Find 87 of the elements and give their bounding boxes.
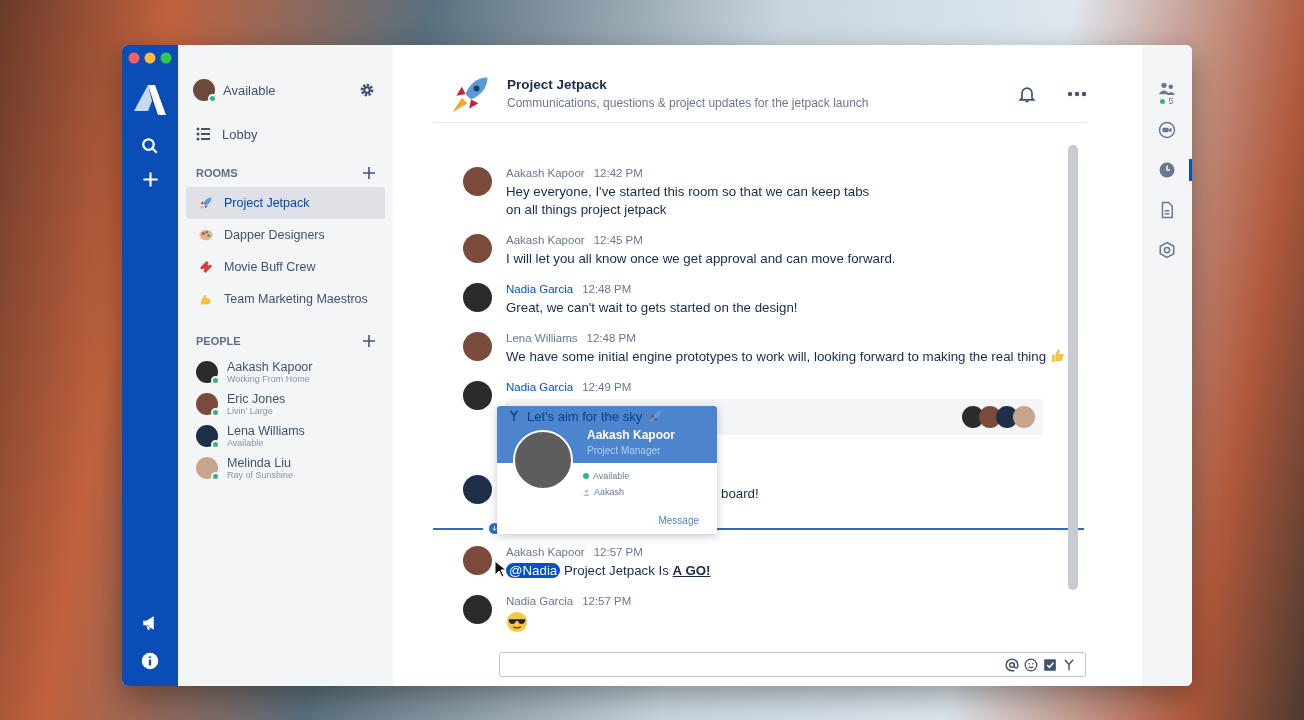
list-icon [196,127,210,141]
add-person-icon[interactable] [363,335,375,347]
person-status: Working From Home [227,374,311,384]
author-name[interactable]: Aakash Kapoor [506,234,585,247]
message-text: We have some initial engine prototypes to work will, looking forward to making the real thing [506,348,1102,367]
author-name[interactable]: Nadia Garcia [506,595,574,608]
message-time: 12:42 PM [593,167,643,180]
add-room-icon[interactable] [363,167,375,179]
author-name[interactable]: Lena Williams [506,332,578,345]
avatar [463,283,492,313]
profile-username: Aakash [594,487,625,498]
app-logo-icon[interactable] [133,83,167,117]
settings-icon[interactable] [359,82,375,98]
avatar [463,546,492,576]
mouse-cursor-icon [494,560,506,579]
profile-status: Available [593,471,630,482]
message-time: 12:45 PM [593,234,643,247]
message-text: Great, we can't wait to gets started on the design! [506,299,799,318]
message-text: @Nadia Project Jetpack Is A GO! [506,562,1102,581]
message-time: 12:57 PM [582,595,632,608]
room-item[interactable]: Team Marketing Maestros [186,283,385,315]
rooms-heading: ROOMS [196,167,238,179]
author-name[interactable]: Aakash Kapoor [506,546,585,559]
window-controls-drawing[interactable] [128,52,172,64]
message-text: I will let you all know once we get approval and can move forward. [506,250,897,269]
message-time: 12:49 PM [582,381,632,394]
add-icon[interactable] [141,171,159,188]
avatar [463,167,492,197]
person-status: Ray of Sunshine [227,470,294,480]
channel-title: Project Jetpack [507,77,608,93]
members-button[interactable]: 5 [1142,81,1192,107]
profile-name: Aakash Kapoor [587,428,677,443]
room-item[interactable]: Project Jetpack [186,187,385,219]
avatar [1013,406,1035,429]
rocket-icon [198,195,214,211]
profile-role: Project Manager [587,445,662,457]
scrollbar[interactable] [1068,145,1078,590]
video-call-icon[interactable] [1158,121,1176,139]
message-time: 12:48 PM [586,332,636,345]
room-item[interactable]: Movie Buff Crew [186,251,385,283]
person-status: Livin' Large [227,406,274,416]
author-name[interactable]: Nadia Garcia [506,283,574,296]
author-name[interactable]: Nadia Garcia [506,381,574,394]
person-icon [583,488,590,496]
status-dot-icon [583,473,589,480]
quote-text: Let's aim for the sky [527,408,643,424]
mention-icon[interactable] [1005,657,1019,672]
message-time: 12:48 PM [582,283,632,296]
person-name[interactable]: Melinda Liu [227,456,294,470]
people-icon [1158,82,1176,96]
ticket-icon [198,259,214,275]
branch-icon[interactable] [1062,657,1076,672]
avatar [463,381,492,411]
message-button[interactable]: Message [658,515,699,527]
person-status: Available [227,438,265,448]
user-avatar[interactable] [193,79,215,101]
avatar [463,234,492,264]
selected-indicator [1189,159,1192,181]
author-name[interactable]: Aakash Kapoor [506,167,585,180]
status-label[interactable]: Available [223,82,359,98]
online-dot-icon [1160,98,1166,104]
palette-icon [198,227,214,243]
lobby-link[interactable]: Lobby [186,123,385,145]
message-time: 12:57 PM [593,546,643,559]
message-text: board! [721,486,760,502]
sunglasses-emoji-icon [506,611,528,634]
branch-icon [507,409,521,424]
person-name[interactable]: Aakash Kapoor [227,360,313,374]
message-text: Hey everyone, I've started this room so that we can keep tabs on all things project jetpack [506,183,871,220]
clock-icon[interactable] [1158,161,1176,179]
info-icon[interactable] [141,652,159,670]
people-heading: PEOPLE [196,335,241,347]
checkbox-icon[interactable] [1043,657,1057,672]
avatar [463,475,492,505]
search-icon[interactable] [141,137,159,155]
emoji-icon[interactable] [1024,657,1038,672]
person-name[interactable]: Eric Jones [227,392,286,406]
avatar [463,332,492,362]
message-input[interactable] [499,652,1086,677]
mention-link[interactable]: @Nadia [506,563,561,579]
person-name[interactable]: Lena Williams [227,424,305,438]
hexagon-settings-icon[interactable] [1158,241,1176,259]
member-count: 5 [1168,96,1174,106]
avatar [463,595,492,625]
channel-description: Communications, questions & project updates for the jetpack launch [507,96,870,111]
room-item[interactable]: Dapper Designers [186,219,385,251]
more-options-icon[interactable] [1067,90,1087,97]
